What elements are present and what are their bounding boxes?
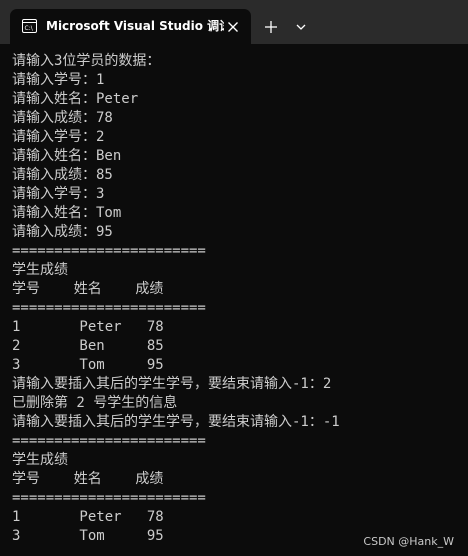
close-icon[interactable] <box>222 16 244 38</box>
tab-title: Microsoft Visual Studio 调试控 <box>46 19 224 33</box>
separator-line: ======================= <box>12 433 206 449</box>
console-line: 请输入要插入其后的学生学号，要结束请输入-1：2 <box>12 376 332 392</box>
separator-line: ======================= <box>12 300 206 316</box>
table-row: 1 Peter 78 <box>12 319 164 335</box>
console-line: 已删除第 2 号学生的信息 <box>12 395 178 411</box>
watermark: CSDN @Hank_W <box>363 535 454 548</box>
table-header: 学号 姓名 成绩 <box>12 281 164 297</box>
separator-line: ======================= <box>12 490 206 506</box>
console-line: 请输入成绩：95 <box>12 224 113 240</box>
table-row: 3 Tom 95 <box>12 357 164 373</box>
console-line: 学生成绩 <box>12 452 68 468</box>
console-lines: 请输入3位学员的数据： 请输入学号：1 请输入姓名：Peter 请输入成绩：78… <box>12 52 340 546</box>
svg-text:C:\: C:\ <box>25 25 34 32</box>
table-row: 1 Peter 78 <box>12 509 164 525</box>
console-line: 请输入学号：3 <box>12 186 105 202</box>
table-header: 学号 姓名 成绩 <box>12 471 164 487</box>
console-line: 请输入成绩：78 <box>12 110 113 126</box>
terminal-icon: C:\ <box>22 19 37 33</box>
console-line: 请输入学号：1 <box>12 72 105 88</box>
console-line: 请输入3位学员的数据： <box>12 53 161 69</box>
console-line: 请输入姓名：Ben <box>12 148 122 164</box>
console-line: 请输入姓名：Peter <box>12 91 139 107</box>
table-row: 3 Tom 95 <box>12 528 164 544</box>
console-line: 学生成绩 <box>12 262 68 278</box>
console-output[interactable]: 请输入3位学员的数据： 请输入学号：1 请输入姓名：Peter 请输入成绩：78… <box>0 44 468 556</box>
separator-line: ======================= <box>12 243 206 259</box>
terminal-window: C:\ Microsoft Visual Studio 调试控 请输入3位学员的… <box>0 0 468 556</box>
console-line: 请输入要插入其后的学生学号，要结束请输入-1：-1 <box>12 414 340 430</box>
tab-active[interactable]: C:\ Microsoft Visual Studio 调试控 <box>10 9 251 44</box>
console-line: 请输入学号：2 <box>12 129 105 145</box>
chevron-down-icon[interactable] <box>292 18 310 36</box>
table-row: 2 Ben 85 <box>12 338 164 354</box>
console-line: 请输入姓名：Tom <box>12 205 122 221</box>
tab-bar: C:\ Microsoft Visual Studio 调试控 <box>0 0 468 44</box>
plus-icon[interactable] <box>262 18 280 36</box>
console-line: 请输入成绩：85 <box>12 167 113 183</box>
